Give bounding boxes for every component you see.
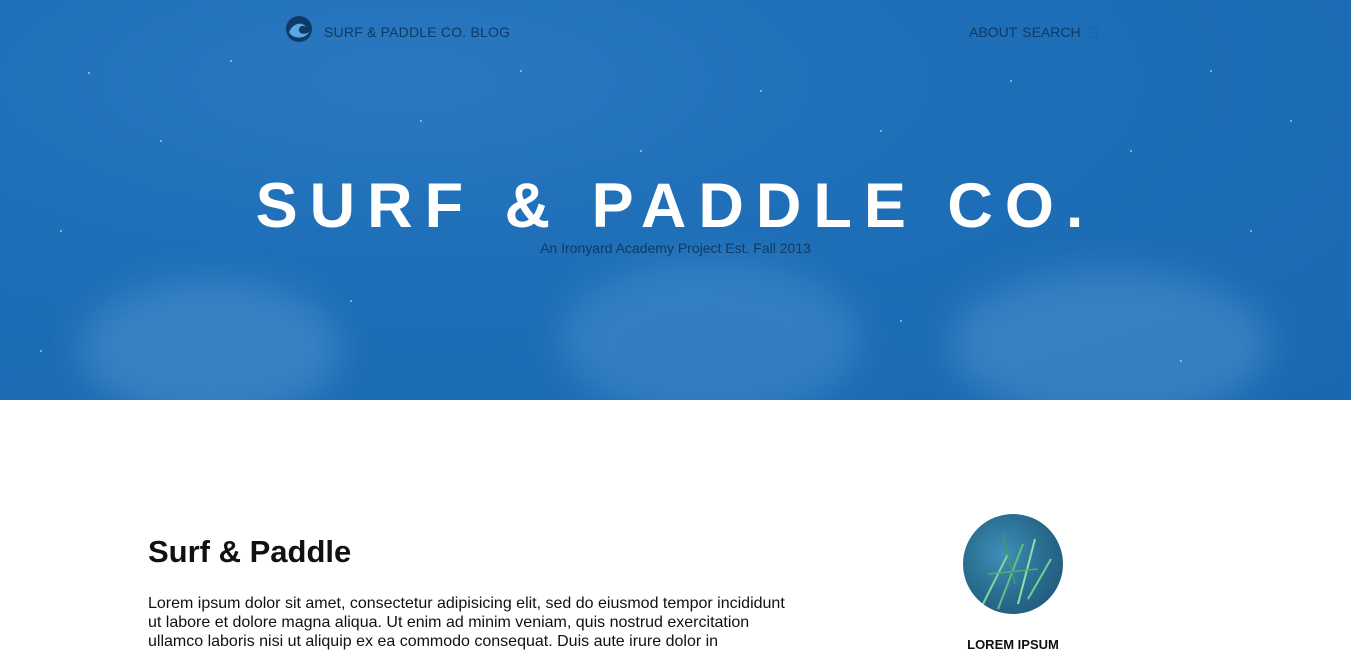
post-body: Lorem ipsum dolor sit amet, consectetur … xyxy=(148,595,785,650)
hero-star xyxy=(420,120,422,122)
hero-star xyxy=(880,130,882,132)
hero-cloud xyxy=(560,260,860,400)
hero-star xyxy=(640,150,642,152)
hero-star xyxy=(520,70,522,72)
wave-logo-icon[interactable] xyxy=(284,14,314,44)
nav-links: ABOUT SEARCH xyxy=(969,24,1098,40)
nav-search-link[interactable]: SEARCH xyxy=(1022,24,1080,40)
sidebar-label: LOREM IPSUM xyxy=(967,637,1059,652)
hero-star xyxy=(88,72,90,74)
hero-star xyxy=(160,140,162,142)
hero-star xyxy=(1290,120,1292,122)
sidebar-avatar xyxy=(963,514,1063,614)
hero-star xyxy=(1180,360,1182,362)
hero-star xyxy=(1130,150,1132,152)
hero-cloud xyxy=(950,270,1270,400)
hero-star xyxy=(1210,70,1212,72)
hero-cloud xyxy=(80,280,340,400)
post-title: Surf & Paddle xyxy=(148,534,352,569)
hero-subtitle: An Ironyard Academy Project Est. Fall 20… xyxy=(540,240,811,256)
hero-star xyxy=(350,300,352,302)
hero-star xyxy=(40,350,42,352)
hero-banner: SURF & PADDLE CO. BLOG ABOUT SEARCH SURF… xyxy=(0,0,1351,400)
nav-brand-link[interactable]: SURF & PADDLE CO. BLOG xyxy=(324,24,510,40)
hero-star xyxy=(760,90,762,92)
nav-about-link[interactable]: ABOUT xyxy=(969,24,1017,40)
seagrass-image-icon xyxy=(982,533,1052,610)
hero-star xyxy=(1010,80,1012,82)
hero-star xyxy=(900,320,902,322)
hero-star xyxy=(230,60,232,62)
search-box-icon[interactable] xyxy=(1088,26,1098,38)
hero-title: SURF & PADDLE CO. xyxy=(255,171,1096,241)
